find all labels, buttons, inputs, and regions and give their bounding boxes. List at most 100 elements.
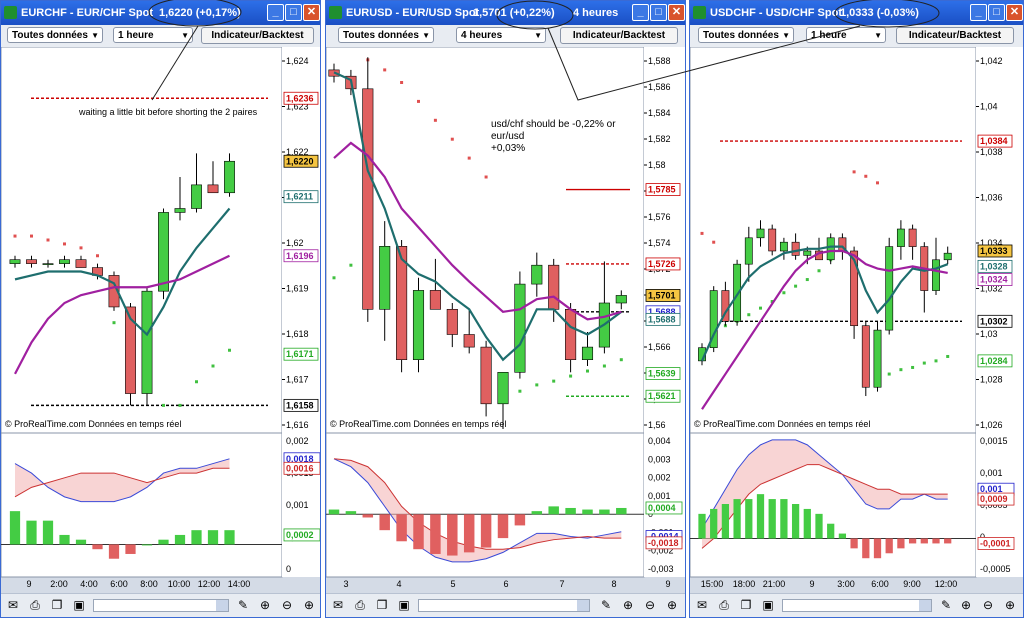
- zoom-out-icon[interactable]: ⊖: [279, 598, 295, 613]
- print-icon[interactable]: ⎙: [716, 598, 732, 613]
- zoom-in-icon[interactable]: ⊕: [301, 598, 317, 613]
- sar-dot: [922, 361, 926, 365]
- close-icon[interactable]: ✕: [303, 4, 320, 21]
- mail-icon[interactable]: ✉: [5, 598, 21, 613]
- candle-body: [826, 237, 835, 261]
- x-tick-label: 12:00: [198, 579, 221, 589]
- sar-dot: [712, 240, 716, 244]
- toolbar: Toutes données ▼ 1 heure ▼ Indicateur/Back…: [1, 25, 320, 47]
- mail-icon[interactable]: ✉: [330, 598, 346, 613]
- close-icon[interactable]: ✕: [1006, 4, 1023, 21]
- scroll-thumb[interactable]: [216, 600, 228, 611]
- osc-label: -0,0018: [648, 538, 679, 548]
- y-tick-label: 1,618: [286, 329, 309, 339]
- copy-icon[interactable]: ❐: [49, 598, 65, 613]
- zoom-fit-icon[interactable]: ⊕: [620, 598, 636, 613]
- draw-tool-icon[interactable]: ✎: [598, 598, 614, 613]
- osc-histogram-bar: [480, 514, 492, 548]
- print-icon[interactable]: ⎙: [27, 598, 43, 613]
- indicator-backtest-button[interactable]: Indicateur/Backtest: [560, 27, 678, 44]
- settings-icon[interactable]: ▣: [71, 598, 87, 613]
- horizontal-scrollbar[interactable]: [418, 599, 590, 612]
- y-tick-label: 1,619: [286, 284, 309, 294]
- scroll-thumb[interactable]: [919, 600, 931, 611]
- candle-body: [548, 264, 560, 310]
- x-tick-label: 3: [343, 579, 348, 589]
- mail-icon[interactable]: ✉: [694, 598, 710, 613]
- settings-icon[interactable]: ▣: [760, 598, 776, 613]
- indicator-backtest-button[interactable]: Indicateur/Backtest: [896, 27, 1014, 44]
- maximize-icon[interactable]: □: [988, 4, 1005, 21]
- sar-dot: [759, 306, 762, 310]
- osc-histogram-bar: [862, 538, 870, 559]
- price-label: 1,5688: [648, 314, 676, 324]
- sar-dot: [332, 276, 336, 280]
- osc-histogram-bar: [710, 508, 718, 539]
- sar-dot: [162, 403, 165, 407]
- osc-tick-label: 0,001: [980, 468, 1003, 478]
- window-eurchf: EURCHF - EUR/CHF Spot 1,6220 (+0,17%) _ …: [0, 0, 321, 618]
- status-bar: ✉ ⎙ ❐ ▣ ✎ ⊕ ⊖ ⊕: [690, 593, 1023, 617]
- y-tick-label: 1,582: [648, 134, 671, 144]
- candle-body: [362, 88, 374, 310]
- osc-label: -0,0001: [980, 538, 1011, 548]
- close-icon[interactable]: ✕: [668, 4, 685, 21]
- sar-dot: [349, 263, 353, 267]
- horizontal-scrollbar[interactable]: [93, 599, 229, 612]
- y-tick-label: 1,574: [648, 238, 671, 248]
- x-tick-label: 6: [503, 579, 508, 589]
- interval-dropdown[interactable]: 4 heures ▼: [456, 27, 546, 43]
- price-label: 1,5701: [648, 290, 676, 300]
- osc-label: 0,0016: [286, 463, 314, 473]
- scroll-thumb[interactable]: [577, 600, 589, 611]
- sar-dot: [934, 359, 938, 363]
- sar-dot: [450, 137, 454, 141]
- title-bar[interactable]: EURUSD - EUR/USD Spot 1,5701 (+0,22%) 4 …: [326, 1, 685, 25]
- y-tick-label: 1,62: [286, 238, 304, 248]
- title-bar[interactable]: EURCHF - EUR/CHF Spot 1,6220 (+0,17%) _ …: [1, 1, 320, 25]
- zoom-in-icon[interactable]: ⊕: [664, 598, 680, 613]
- print-icon[interactable]: ⎙: [352, 598, 368, 613]
- minimize-icon[interactable]: _: [267, 4, 284, 21]
- zoom-out-icon[interactable]: ⊖: [642, 598, 658, 613]
- data-range-dropdown[interactable]: Toutes données ▼: [7, 27, 103, 43]
- minimize-icon[interactable]: _: [632, 4, 649, 21]
- candle-body: [943, 252, 952, 261]
- copy-icon[interactable]: ❐: [738, 598, 754, 613]
- maximize-icon[interactable]: □: [650, 4, 667, 21]
- osc-histogram-bar: [791, 504, 800, 539]
- candle-body: [531, 264, 543, 285]
- zoom-fit-icon[interactable]: ⊕: [257, 598, 273, 613]
- zoom-fit-icon[interactable]: ⊕: [958, 598, 974, 613]
- copy-icon[interactable]: ❐: [374, 598, 390, 613]
- osc-tick-label: 0,004: [648, 436, 671, 446]
- candle-body: [9, 259, 21, 264]
- interval-dropdown[interactable]: 1 heure ▼: [113, 27, 193, 43]
- settings-icon[interactable]: ▣: [396, 598, 412, 613]
- draw-tool-icon[interactable]: ✎: [235, 598, 251, 613]
- maximize-icon[interactable]: □: [285, 4, 302, 21]
- indicator-backtest-button[interactable]: Indicateur/Backtest: [201, 27, 314, 44]
- minimize-icon[interactable]: _: [970, 4, 987, 21]
- app-icon: [329, 6, 342, 19]
- title-bar[interactable]: USDCHF - USD/CHF Spot 1,0333 (-0,03%) _ …: [690, 1, 1023, 25]
- osc-histogram-bar: [768, 499, 776, 539]
- interval-dropdown[interactable]: 1 heure ▼: [806, 27, 886, 43]
- sar-dot: [96, 254, 99, 258]
- osc-histogram-bar: [932, 538, 940, 544]
- horizontal-scrollbar[interactable]: [782, 599, 932, 612]
- price-label: 1,6236: [286, 93, 314, 103]
- sar-dot: [228, 348, 231, 352]
- draw-tool-icon[interactable]: ✎: [938, 598, 954, 613]
- sar-dot: [433, 118, 437, 122]
- zoom-out-icon[interactable]: ⊖: [980, 598, 996, 613]
- osc-histogram-bar: [430, 514, 441, 554]
- sar-dot: [195, 380, 198, 384]
- candle-body: [412, 290, 425, 360]
- data-range-dropdown[interactable]: Toutes données ▼: [338, 27, 434, 43]
- sar-dot: [13, 234, 17, 238]
- sar-dot: [586, 369, 589, 373]
- candle-body: [75, 259, 87, 268]
- zoom-in-icon[interactable]: ⊕: [1002, 598, 1018, 613]
- data-range-dropdown[interactable]: Toutes données ▼: [698, 27, 794, 43]
